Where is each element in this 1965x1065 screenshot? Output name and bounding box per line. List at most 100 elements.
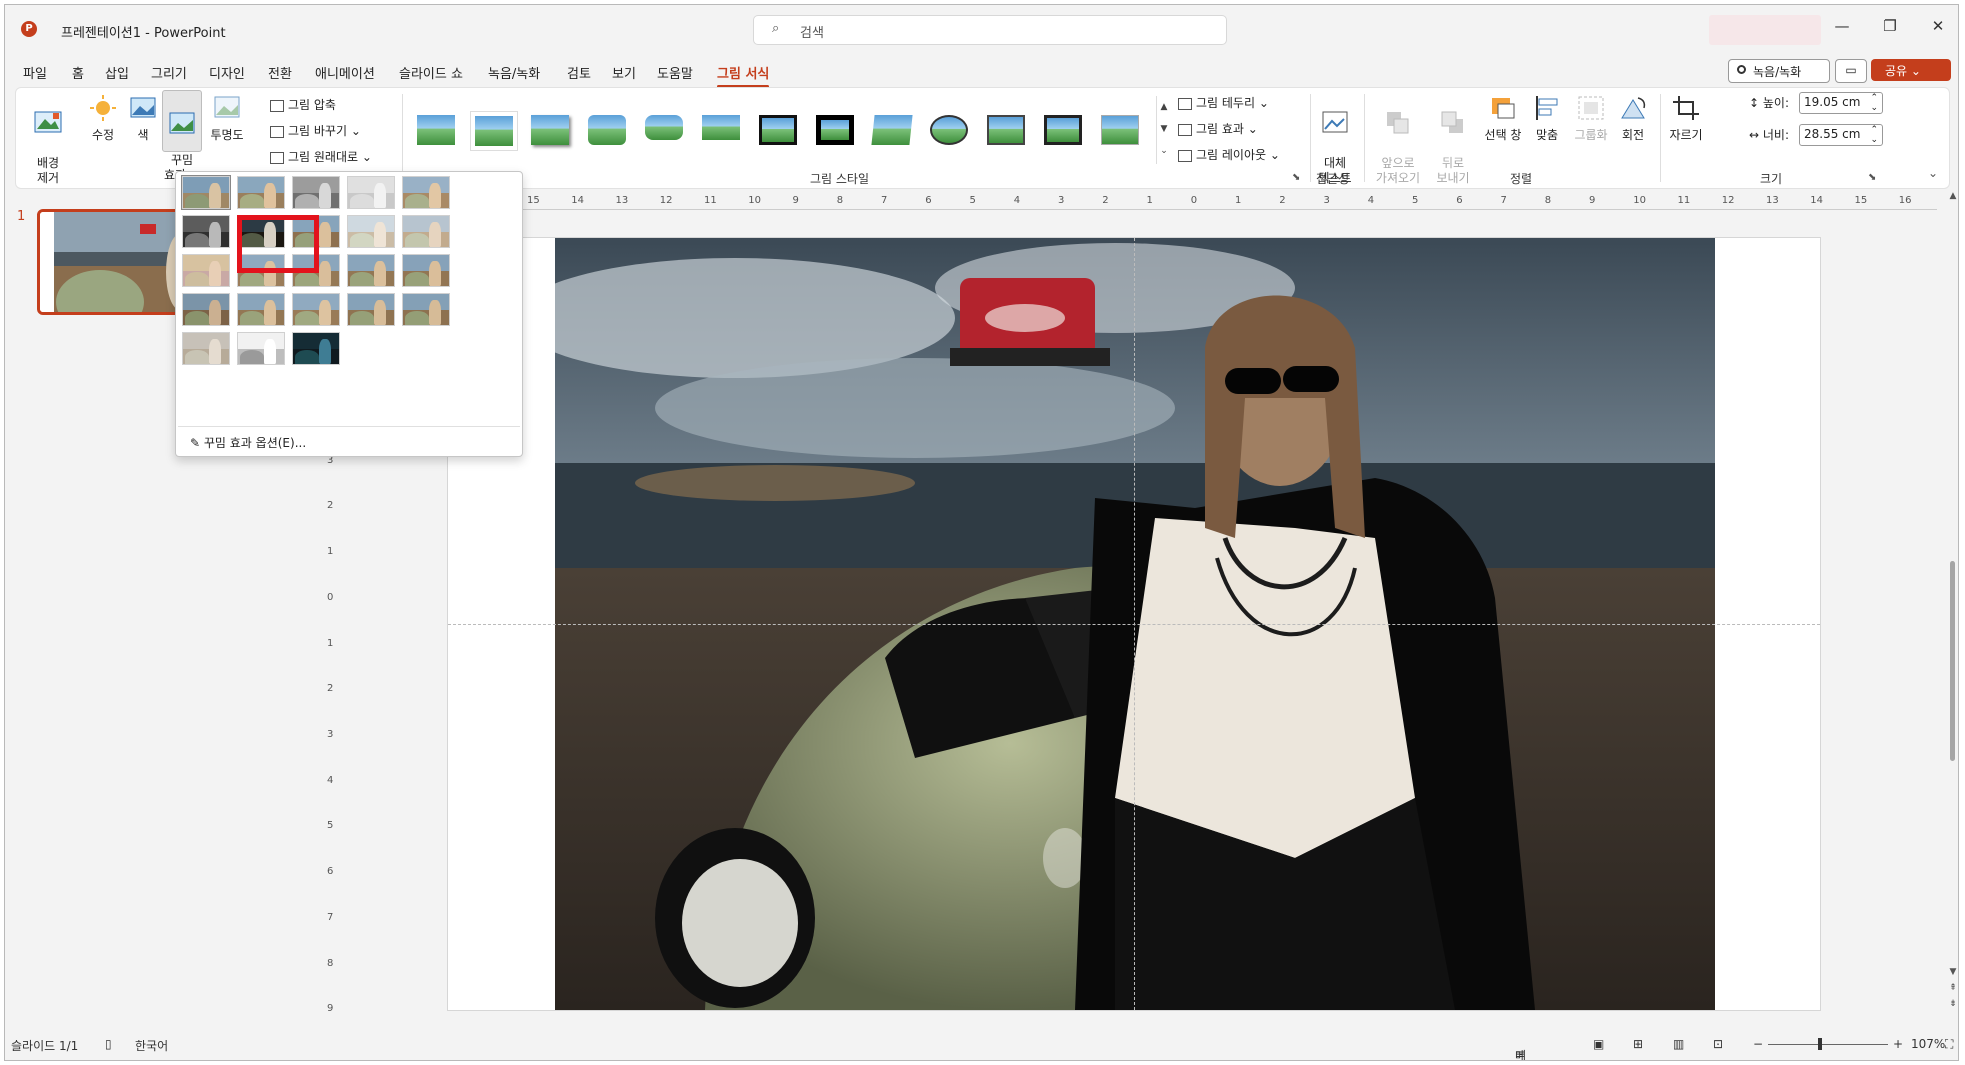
corrections-button[interactable]: 수정 bbox=[86, 94, 120, 143]
picture-style-13[interactable] bbox=[1098, 112, 1142, 148]
artistic-effect-option[interactable] bbox=[402, 176, 450, 209]
width-input[interactable]: 28.55 cm ⌃ ⌄ bbox=[1799, 124, 1883, 146]
gallery-down-icon[interactable]: ▼ bbox=[1157, 118, 1171, 140]
artistic-effect-option[interactable] bbox=[237, 293, 285, 326]
tab-design[interactable]: 디자인 bbox=[209, 63, 245, 82]
artistic-effect-option[interactable] bbox=[402, 254, 450, 287]
zoom-level[interactable]: 107% bbox=[1911, 1037, 1945, 1051]
height-spinner-icon[interactable]: ⌃ ⌄ bbox=[1870, 93, 1878, 113]
slideshow-view-icon[interactable]: ⊡ bbox=[1713, 1037, 1723, 1051]
tab-insert[interactable]: 삽입 bbox=[105, 63, 129, 82]
tab-review[interactable]: 검토 bbox=[567, 63, 591, 82]
picture-layout-button[interactable]: 그림 레이아웃 ⌄ bbox=[1178, 146, 1280, 163]
next-slide-icon[interactable]: ⇟ bbox=[1947, 999, 1958, 1009]
minimize-button[interactable]: — bbox=[1827, 17, 1857, 35]
tab-view[interactable]: 보기 bbox=[612, 63, 636, 82]
language-indicator[interactable]: 한국어 bbox=[135, 1037, 168, 1054]
send-backward-button[interactable]: 뒤로 보내기 ⌄ bbox=[1430, 94, 1476, 201]
zoom-out-button[interactable]: − bbox=[1753, 1037, 1763, 1051]
zoom-slider-knob[interactable] bbox=[1818, 1038, 1823, 1050]
artistic-effect-option[interactable] bbox=[182, 332, 230, 365]
gallery-up-icon[interactable]: ▲ bbox=[1157, 96, 1171, 118]
picture-style-2[interactable] bbox=[471, 112, 517, 150]
reset-picture-button[interactable]: 그림 원래대로 ⌄ bbox=[270, 148, 372, 165]
tab-record[interactable]: 녹음/녹화 bbox=[488, 63, 540, 82]
account-area[interactable] bbox=[1709, 15, 1821, 45]
picture-style-4[interactable] bbox=[585, 112, 629, 148]
slide-sorter-icon[interactable]: ⊞ bbox=[1633, 1037, 1643, 1051]
picture-style-9[interactable] bbox=[870, 112, 914, 148]
fit-slide-icon[interactable]: ⛶ bbox=[1945, 1037, 1953, 1052]
artistic-effect-option[interactable] bbox=[347, 293, 395, 326]
picture-style-5[interactable] bbox=[642, 112, 686, 148]
artistic-effects-options[interactable]: ✎ 꾸밈 효과 옵션(E)... bbox=[190, 434, 306, 451]
artistic-effect-option[interactable] bbox=[292, 293, 340, 326]
zoom-slider[interactable] bbox=[1768, 1044, 1888, 1045]
picture-border-button[interactable]: 그림 테두리 ⌄ bbox=[1178, 94, 1269, 111]
artistic-effect-option[interactable] bbox=[181, 175, 231, 210]
width-spinner-icon[interactable]: ⌃ ⌄ bbox=[1870, 125, 1878, 145]
compress-pictures-button[interactable]: 그림 압축 bbox=[270, 96, 336, 113]
artistic-effect-option[interactable] bbox=[292, 332, 340, 365]
rotate-button[interactable]: 회전 bbox=[1616, 94, 1650, 143]
artistic-effect-option[interactable] bbox=[292, 176, 340, 209]
gallery-scroll[interactable]: ▲ ▼ ⌄ bbox=[1156, 96, 1171, 164]
styles-dialog-launcher-icon[interactable]: ⬊ bbox=[1292, 172, 1300, 183]
align-button[interactable]: 맞춤 bbox=[1530, 94, 1564, 143]
picture-style-8[interactable] bbox=[813, 112, 857, 148]
selection-pane-button[interactable]: 선택 창 bbox=[1482, 94, 1524, 143]
artistic-effect-option[interactable] bbox=[182, 215, 230, 248]
accessibility-check-icon[interactable]: ▯ bbox=[105, 1037, 112, 1051]
remove-background-button[interactable]: 배경 제거 bbox=[26, 94, 70, 186]
crop-button[interactable]: 자르기 bbox=[1666, 94, 1706, 143]
picture-style-12[interactable] bbox=[1041, 112, 1085, 148]
gallery-more-icon[interactable]: ⌄ bbox=[1157, 140, 1171, 162]
record-button[interactable]: 녹음/녹화 bbox=[1728, 59, 1830, 83]
artistic-effect-option[interactable] bbox=[402, 215, 450, 248]
picture-style-6[interactable] bbox=[699, 112, 743, 148]
artistic-effect-option[interactable] bbox=[402, 293, 450, 326]
slide-canvas[interactable] bbox=[447, 237, 1821, 1011]
size-dialog-launcher-icon[interactable]: ⬊ bbox=[1868, 172, 1876, 183]
zoom-in-button[interactable]: + bbox=[1893, 1037, 1903, 1051]
tab-file[interactable]: 파일 bbox=[23, 63, 47, 82]
artistic-effect-option[interactable] bbox=[182, 293, 230, 326]
restore-button[interactable]: ❐ bbox=[1875, 17, 1905, 35]
picture-style-3[interactable] bbox=[528, 112, 572, 148]
scroll-down-icon[interactable]: ▼ bbox=[1947, 967, 1958, 977]
tab-home[interactable]: 홈 bbox=[72, 63, 84, 82]
previous-slide-icon[interactable]: ⇞ bbox=[1947, 983, 1958, 993]
tab-slideshow[interactable]: 슬라이드 쇼 bbox=[399, 63, 463, 82]
height-input[interactable]: 19.05 cm ⌃ ⌄ bbox=[1799, 92, 1883, 114]
artistic-effect-option[interactable] bbox=[237, 332, 285, 365]
artistic-effect-option[interactable] bbox=[347, 215, 395, 248]
search-box[interactable]: ⌕ 검색 bbox=[753, 15, 1227, 45]
picture-style-1[interactable] bbox=[414, 112, 458, 148]
normal-view-icon[interactable]: ▣ bbox=[1593, 1037, 1604, 1051]
change-picture-button[interactable]: 그림 바꾸기 ⌄ bbox=[270, 122, 361, 139]
tab-animations[interactable]: 애니메이션 bbox=[315, 63, 375, 82]
tab-help[interactable]: 도움말 bbox=[657, 63, 693, 82]
artistic-effect-option[interactable] bbox=[182, 254, 230, 287]
scrollbar-thumb[interactable] bbox=[1950, 561, 1955, 761]
collapse-ribbon-icon[interactable]: ⌄ bbox=[1928, 166, 1938, 180]
share-button[interactable]: 공유 ⌄ bbox=[1871, 59, 1951, 81]
tab-picture-format[interactable]: 그림 서식 bbox=[717, 63, 770, 88]
color-button[interactable]: 색 bbox=[128, 94, 158, 143]
picture-style-10[interactable] bbox=[927, 112, 971, 148]
vertical-scrollbar[interactable]: ▲ ▼ ⇞ ⇟ bbox=[1947, 191, 1958, 1023]
close-button[interactable]: ✕ bbox=[1923, 17, 1953, 35]
picture-style-7[interactable] bbox=[756, 112, 800, 148]
group-button[interactable]: 그룹화 bbox=[1572, 94, 1610, 143]
artistic-effect-option[interactable] bbox=[347, 176, 395, 209]
artistic-effects-button[interactable]: 꾸밈 효과 ⌄ bbox=[162, 90, 202, 182]
scroll-up-icon[interactable]: ▲ bbox=[1947, 191, 1958, 201]
picture-effects-button[interactable]: 그림 효과 ⌄ bbox=[1178, 120, 1258, 137]
picture-style-11[interactable] bbox=[984, 112, 1028, 148]
transparency-button[interactable]: 투명도 bbox=[206, 94, 248, 143]
comment-button[interactable]: ▭ bbox=[1835, 59, 1867, 83]
artistic-effect-option[interactable] bbox=[347, 254, 395, 287]
bring-forward-button[interactable]: 앞으로 가져오기 ⌄ bbox=[1372, 94, 1424, 201]
reading-view-icon[interactable]: ▥ bbox=[1673, 1037, 1684, 1051]
tab-draw[interactable]: 그리기 bbox=[151, 63, 187, 82]
